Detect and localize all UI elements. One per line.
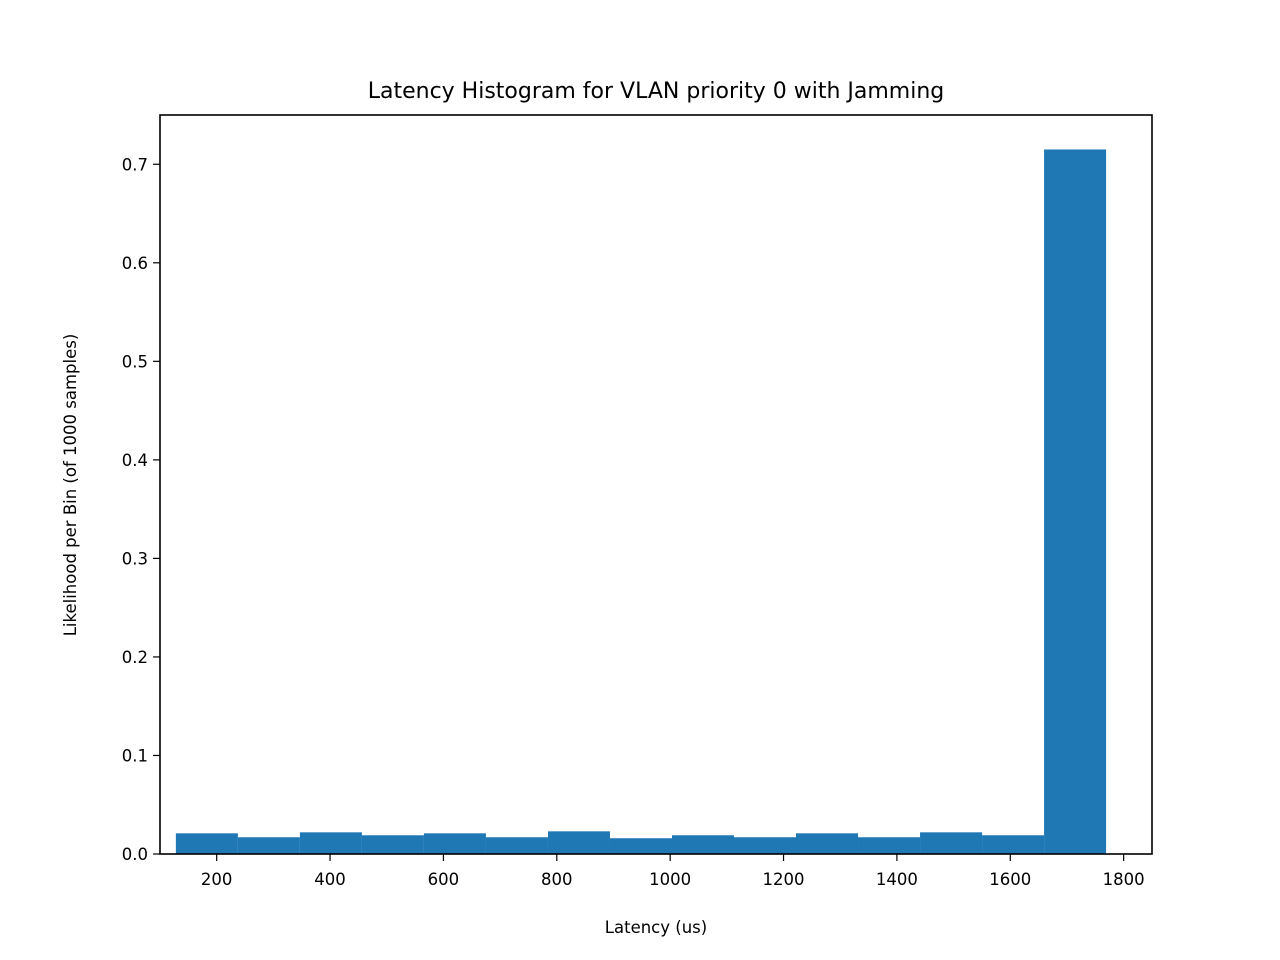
y-tick-label: 0.2 xyxy=(122,648,148,667)
histogram-bar xyxy=(237,837,300,854)
x-tick-label: 200 xyxy=(201,870,233,889)
y-tick-label: 0.4 xyxy=(122,451,148,470)
chart-title: Latency Histogram for VLAN priority 0 wi… xyxy=(368,79,945,104)
histogram-bar xyxy=(733,837,797,854)
y-tick-label: 0.7 xyxy=(122,155,148,174)
x-tick-label: 1800 xyxy=(1103,870,1145,889)
y-tick-label: 0.0 xyxy=(122,845,148,864)
histogram-bar xyxy=(609,838,672,854)
histogram-bar xyxy=(547,831,610,854)
histogram-bar xyxy=(920,832,983,854)
y-tick-label: 0.6 xyxy=(122,254,148,273)
y-tick-label: 0.3 xyxy=(122,549,148,568)
x-tick-label: 1200 xyxy=(763,870,805,889)
histogram-bar xyxy=(796,833,859,854)
histogram-bar xyxy=(982,835,1045,854)
plot-frame xyxy=(159,114,1153,855)
histogram-bar xyxy=(858,837,921,854)
histogram-chart: Latency Histogram for VLAN priority 0 wi… xyxy=(61,79,1153,937)
y-axis: 0.0 0.1 0.2 0.3 0.4 0.5 0.6 0.7 xyxy=(122,155,160,864)
x-tick-label: 1600 xyxy=(989,870,1031,889)
bars-group xyxy=(175,149,1107,854)
y-tick-label: 0.5 xyxy=(122,352,148,371)
x-tick-label: 1000 xyxy=(649,870,691,889)
x-tick-label: 400 xyxy=(314,870,346,889)
x-axis-label: Latency (us) xyxy=(605,918,707,937)
histogram-bar xyxy=(175,833,238,854)
histogram-bar xyxy=(485,837,548,854)
histogram-bar xyxy=(361,835,424,854)
histogram-bar xyxy=(299,832,362,854)
x-tick-label: 1400 xyxy=(876,870,918,889)
x-axis: 200 400 600 800 1000 1200 1400 1600 1800 xyxy=(201,854,1145,889)
y-axis-label: Likelihood per Bin (of 1000 samples) xyxy=(61,334,80,637)
x-tick-label: 800 xyxy=(541,870,573,889)
x-tick-label: 600 xyxy=(428,870,460,889)
histogram-bar xyxy=(671,835,734,854)
histogram-bar xyxy=(423,833,486,854)
y-tick-label: 0.1 xyxy=(122,746,148,765)
histogram-bar xyxy=(1044,149,1107,854)
